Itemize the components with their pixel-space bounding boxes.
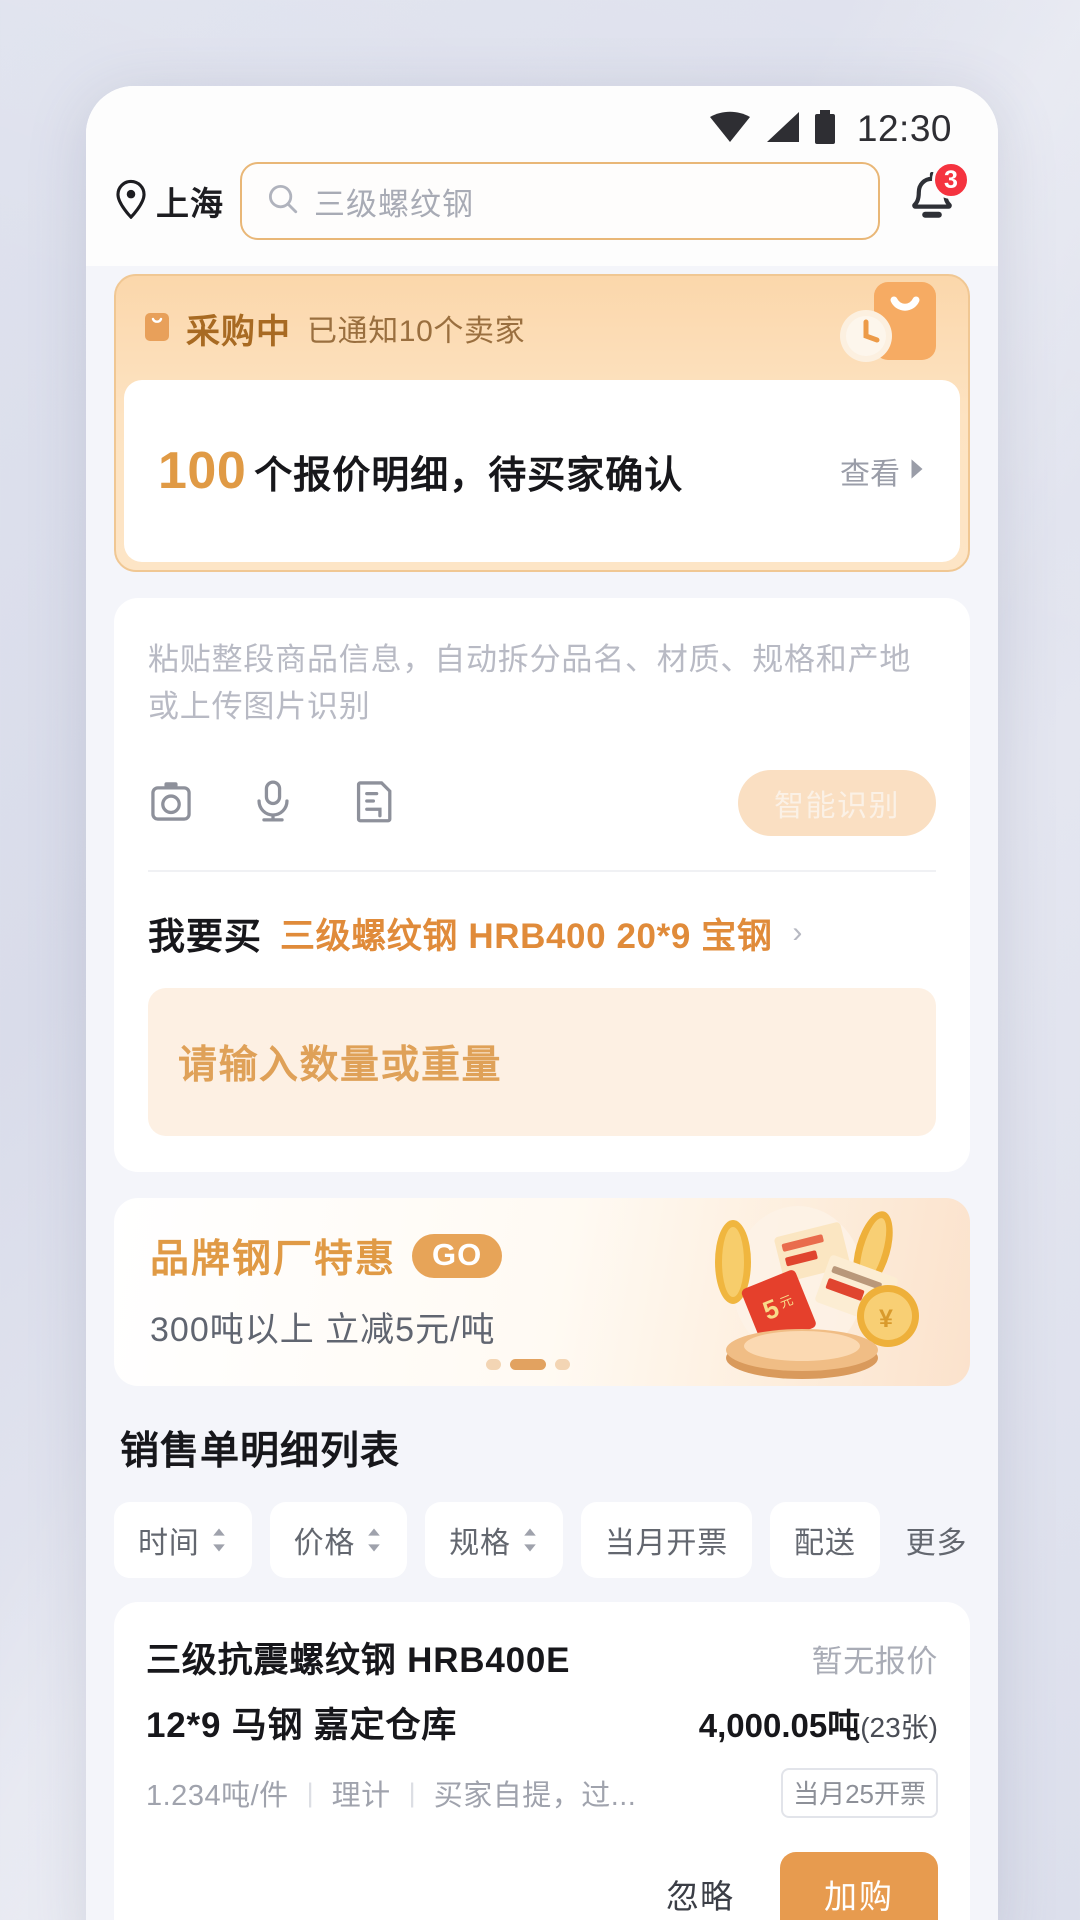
promo-title: 品牌钢厂特惠 — [150, 1238, 397, 1282]
document-scan-icon[interactable] — [352, 778, 398, 829]
filter-chip-spec[interactable]: 规格 — [425, 1502, 563, 1579]
sort-icon — [365, 1527, 383, 1553]
quantity-placeholder: 请输入数量或重量 — [178, 1044, 503, 1088]
invoice-tag: 当月25开票 — [781, 1768, 938, 1819]
item-meta-measure: 理计 — [331, 1780, 391, 1813]
more-filters-button[interactable]: 更多 — [898, 1502, 970, 1578]
carousel-dot[interactable] — [555, 1359, 570, 1371]
procurement-status-card[interactable]: 采购中 已通知10个卖家 100 个报价明细，待买家确认 查看 — [114, 274, 970, 572]
paste-hint: 粘贴整段商品信息，自动拆分品名、材质、规格和产地或上传图片识别 — [148, 642, 912, 725]
chip-label: 价格 — [293, 1527, 356, 1561]
filter-chip-invoice[interactable]: 当月开票 — [580, 1502, 753, 1579]
buy-spec-row[interactable]: 我要买 三级螺纹钢 HRB400 20*9 宝钢 › — [148, 906, 936, 960]
chip-label: 时间 — [138, 1527, 200, 1561]
procurement-header: 采购中 已通知10个卖家 — [116, 276, 968, 380]
search-input[interactable]: 三级螺纹钢 — [314, 179, 474, 224]
section-title: 销售单明细列表 — [120, 1430, 401, 1474]
item-amount-value: 4,000.05吨 — [698, 1707, 861, 1745]
ignore-button[interactable]: 忽略 — [656, 1870, 744, 1918]
item-meta-delivery: 买家自提，过... — [433, 1780, 637, 1813]
scroll-container[interactable]: 采购中 已通知10个卖家 100 个报价明细，待买家确认 查看 粘贴整段商品信息… — [86, 266, 998, 1920]
add-to-cart-button[interactable]: 加购 — [780, 1852, 938, 1920]
item-name: 三级抗震螺纹钢 HRB400E — [146, 1641, 571, 1681]
view-quotes-button[interactable]: 查看 — [840, 449, 926, 493]
item-name-row: 三级抗震螺纹钢 HRB400E 暂无报价 — [146, 1632, 938, 1683]
item-meta-row: 1.234吨/件 | 理计 | 买家自提，过... 当月25开票 — [146, 1768, 938, 1819]
buy-spec-value: 三级螺纹钢 HRB400 20*9 宝钢 — [280, 916, 773, 956]
item-amount-sub: (23张) — [860, 1712, 938, 1744]
promo-go-button[interactable]: GO — [412, 1234, 503, 1279]
filter-chip-row[interactable]: 时间 价格 规格 当月开票 配送 更多 — [114, 1502, 970, 1579]
wifi-icon — [709, 111, 751, 148]
item-meta-weight: 1.234吨/件 — [146, 1780, 289, 1813]
chip-label: 配送 — [794, 1527, 856, 1561]
filter-chip-time[interactable]: 时间 — [114, 1502, 252, 1579]
signal-icon — [764, 111, 800, 148]
meta-divider: | — [306, 1777, 314, 1808]
chip-label: 当月开票 — [604, 1527, 729, 1561]
shopping-bag-icon — [144, 310, 170, 347]
promo-banner[interactable]: 品牌钢厂特惠 GO 300吨以上 立减5元/吨 5 元 ¥ — [114, 1198, 970, 1387]
procurement-status: 采购中 — [186, 312, 291, 351]
filter-chip-delivery[interactable]: 配送 — [770, 1502, 880, 1579]
item-spec-row: 12*9 马钢 嘉定仓库 4,000.05吨(23张) — [146, 1697, 938, 1748]
app-screen: 12:30 上海 三级螺纹钢 3 采购中 已通知10个卖家 100 个报价明细，… — [86, 86, 998, 1920]
carousel-dots[interactable] — [486, 1359, 570, 1371]
camera-icon[interactable] — [148, 778, 194, 829]
location-selector[interactable]: 上海 — [114, 177, 224, 225]
quote-summary[interactable]: 100 个报价明细，待买家确认 查看 — [124, 380, 960, 562]
notification-button[interactable]: 3 — [896, 161, 970, 237]
battery-icon — [813, 109, 837, 149]
search-icon — [266, 182, 300, 221]
tool-row: 智能识别 — [148, 770, 936, 837]
quote-text: 个报价明细，待买家确认 — [254, 454, 684, 497]
smart-recognize-button[interactable]: 智能识别 — [738, 770, 936, 837]
meta-divider: | — [408, 1777, 416, 1808]
search-bar[interactable]: 三级螺纹钢 — [240, 162, 880, 240]
table-row[interactable]: 三级抗震螺纹钢 HRB400E 暂无报价 12*9 马钢 嘉定仓库 4,000.… — [114, 1602, 970, 1920]
carousel-dot-active[interactable] — [510, 1359, 546, 1371]
location-label: 上海 — [156, 185, 224, 222]
carousel-dot[interactable] — [486, 1359, 501, 1371]
procurement-subtitle: 已通知10个卖家 — [307, 315, 526, 348]
status-time: 12:30 — [856, 108, 952, 149]
sort-icon — [521, 1527, 539, 1553]
item-amount: 4,000.05吨(23张) — [699, 1699, 938, 1747]
status-badge: 暂无报价 — [811, 1644, 938, 1680]
more-label: 更多 — [905, 1527, 968, 1561]
bag-clock-illustration — [830, 276, 942, 385]
coins-voucher-illustration: 5 元 ¥ — [630, 1198, 960, 1386]
item-spec: 12*9 马钢 嘉定仓库 — [146, 1706, 458, 1746]
card-divider — [148, 870, 936, 873]
status-bar: 12:30 — [86, 86, 998, 158]
phone-frame: 12:30 上海 三级螺纹钢 3 采购中 已通知10个卖家 100 个报价明细，… — [86, 86, 998, 1920]
item-actions: 忽略 加购 — [146, 1852, 938, 1920]
microphone-icon[interactable] — [250, 778, 296, 829]
sort-icon — [210, 1527, 228, 1553]
location-pin-icon — [114, 179, 148, 224]
quantity-input[interactable]: 请输入数量或重量 — [148, 988, 936, 1137]
svg-text:¥: ¥ — [879, 1305, 893, 1333]
chevron-right-icon: › — [792, 916, 803, 950]
view-label: 查看 — [840, 458, 900, 491]
chevron-right-icon — [908, 454, 926, 488]
notification-badge: 3 — [932, 161, 970, 199]
app-header: 上海 三级螺纹钢 3 — [86, 158, 998, 266]
chip-label: 规格 — [449, 1527, 511, 1561]
quote-count: 100 — [158, 442, 247, 500]
smart-input-card: 粘贴整段商品信息，自动拆分品名、材质、规格和产地或上传图片识别 智能识别 我要买… — [114, 598, 970, 1173]
filter-chip-price[interactable]: 价格 — [269, 1502, 408, 1579]
buy-label: 我要买 — [148, 916, 262, 958]
